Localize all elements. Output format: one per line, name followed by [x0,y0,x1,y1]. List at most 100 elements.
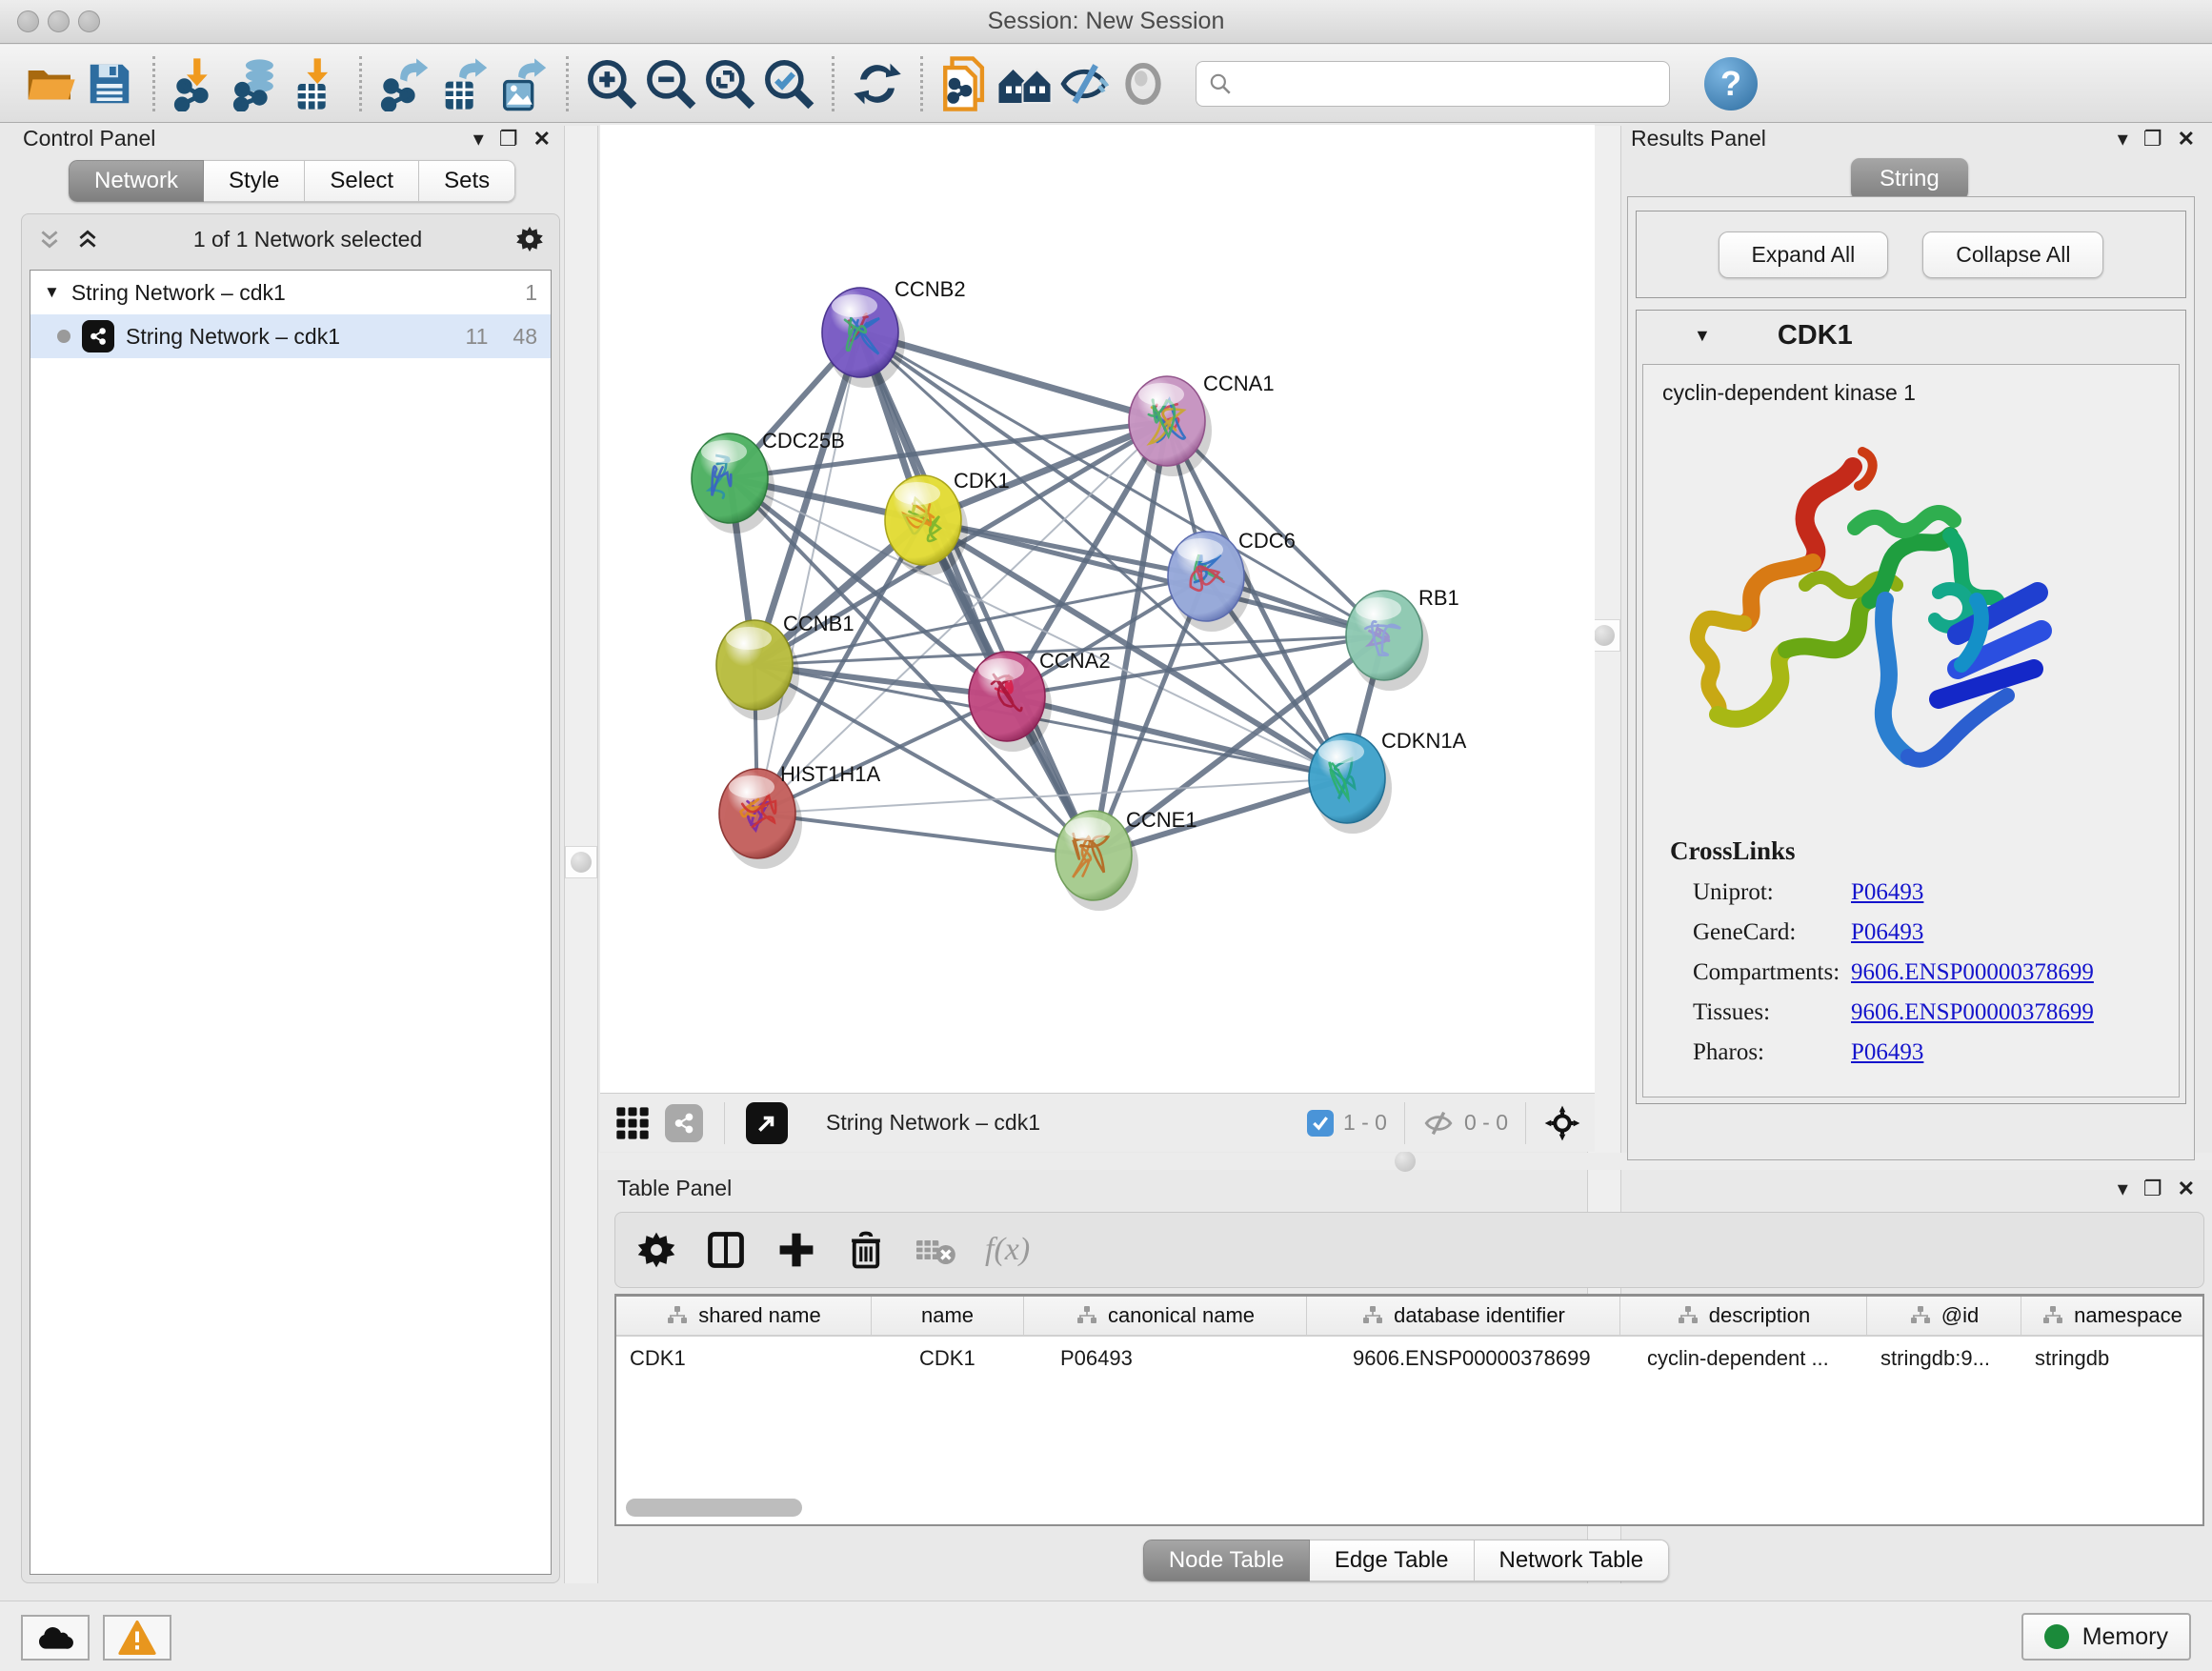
import-network-file-button[interactable] [169,54,228,113]
expand-collapse-box: Expand All Collapse All [1636,211,2186,298]
tab-select[interactable]: Select [305,160,419,202]
left-splitter-handle[interactable] [565,846,597,878]
hide-panel-button[interactable] [1055,54,1114,113]
column-header-description[interactable]: description [1620,1297,1867,1335]
crosslink-link[interactable]: P06493 [1851,879,1923,906]
show-panel-button[interactable] [1114,54,1173,113]
network-view-badge-icon[interactable] [665,1104,703,1142]
panel-menu-icon[interactable]: ▾ [2118,127,2128,151]
expand-all-icon[interactable] [75,227,100,252]
tab-node-table[interactable]: Node Table [1143,1540,1310,1581]
node-table[interactable]: shared name name canonical name database… [614,1294,2204,1526]
import-network-from-database-button[interactable] [228,54,287,113]
home-networks-button[interactable] [995,54,1055,113]
left-splitter[interactable] [564,126,598,1583]
export-image-button[interactable] [493,54,553,113]
delete-column-icon[interactable] [846,1230,886,1270]
crosslink-link[interactable]: 9606.ENSP00000378699 [1851,959,2094,986]
column-header-name[interactable]: name [872,1297,1024,1335]
svg-text:CDKN1A: CDKN1A [1381,729,1467,753]
zoom-selected-button[interactable] [759,54,818,113]
string-network-graph[interactable]: CCNB2CCNA1CDC25BCDK1CDC6RB1CCNB1CCNA2CDK… [600,125,1595,1093]
tab-sets[interactable]: Sets [419,160,515,202]
cell-id[interactable]: stringdb:9... [1867,1337,2021,1380]
tree-expanded-icon[interactable]: ▼ [44,283,60,302]
column-selector-icon[interactable] [705,1229,747,1271]
cell-description[interactable]: cyclin-dependent ... [1620,1337,1867,1380]
minimize-window-button[interactable] [48,10,70,32]
panel-float-icon[interactable]: ❐ [2143,1177,2162,1201]
horizontal-scrollbar-thumb[interactable] [626,1499,802,1517]
column-header-namespace[interactable]: namespace [2021,1297,2202,1335]
panel-close-icon[interactable]: ✕ [533,127,551,151]
panel-menu-icon[interactable]: ▾ [2118,1177,2128,1201]
expand-all-button[interactable]: Expand All [1719,232,1889,278]
control-panel-tabs: Network Style Select Sets [69,160,515,202]
crosslink-link[interactable]: P06493 [1851,919,1923,946]
export-network-button[interactable] [375,54,434,113]
save-session-button[interactable] [80,54,139,113]
memory-button[interactable]: Memory [2021,1613,2191,1661]
tab-edge-table[interactable]: Edge Table [1310,1540,1475,1581]
zoom-fit-button[interactable] [700,54,759,113]
open-session-button[interactable] [21,54,80,113]
import-table-file-button[interactable] [287,54,346,113]
crosslink-row: Uniprot: P06493 [1670,879,2179,906]
crosslinks-section: CrossLinks Uniprot: P06493 GeneCard: P06… [1643,836,2179,1066]
network-collection-row[interactable]: ▼ String Network – cdk1 1 [30,271,551,314]
search-input[interactable] [1240,71,1658,96]
refresh-view-button[interactable] [848,54,907,113]
search-box[interactable] [1196,61,1670,107]
selected-checkbox-icon[interactable] [1307,1110,1334,1137]
panel-close-icon[interactable]: ✕ [2178,127,2195,151]
open-in-new-view-button[interactable] [746,1102,788,1144]
gear-icon[interactable] [515,225,544,253]
toolbar-separator [920,56,923,111]
clone-network-button[interactable] [936,54,995,113]
export-table-button[interactable] [434,54,493,113]
svg-text:HIST1H1A: HIST1H1A [780,762,880,786]
panel-menu-icon[interactable]: ▾ [473,127,484,151]
cell-canonical-name[interactable]: P06493 [1024,1337,1307,1380]
crosslink-label: GeneCard: [1670,919,1851,946]
crosslink-link[interactable]: 9606.ENSP00000378699 [1851,999,2094,1026]
network-row-selected[interactable]: String Network – cdk1 11 48 [30,314,551,358]
close-window-button[interactable] [17,10,39,32]
cell-database-identifier[interactable]: 9606.ENSP00000378699 [1307,1337,1620,1380]
import-table-icon [289,56,344,111]
tab-network[interactable]: Network [69,160,204,202]
table-row[interactable]: CDK1 CDK1 P06493 9606.ENSP00000378699 cy… [616,1337,2202,1380]
cloud-sync-button[interactable] [21,1615,90,1661]
collapse-all-icon[interactable] [37,227,62,252]
svg-text:CCNA2: CCNA2 [1039,649,1111,673]
column-header-shared-name[interactable]: shared name [616,1297,872,1335]
cell-namespace[interactable]: stringdb [2021,1337,2202,1380]
help-button[interactable]: ? [1704,57,1758,111]
column-header-canonical-name[interactable]: canonical name [1024,1297,1307,1335]
open-folder-icon [24,57,77,111]
column-header-database-identifier[interactable]: database identifier [1307,1297,1620,1335]
collapse-all-button[interactable]: Collapse All [1922,232,2103,278]
panel-close-icon[interactable]: ✕ [2178,1177,2195,1201]
cell-name[interactable]: CDK1 [872,1337,1024,1380]
network-canvas[interactable]: CCNB2CCNA1CDC25BCDK1CDC6RB1CCNB1CCNA2CDK… [600,125,1595,1093]
tab-style[interactable]: Style [204,160,305,202]
column-header-id[interactable]: @id [1867,1297,2021,1335]
panel-float-icon[interactable]: ❐ [2143,127,2162,151]
cell-shared-name[interactable]: CDK1 [616,1337,872,1380]
panel-float-icon[interactable]: ❐ [499,127,518,151]
delete-table-icon [915,1231,956,1269]
birds-eye-view-icon[interactable] [1543,1104,1581,1142]
zoom-in-button[interactable] [582,54,641,113]
export-network-icon [377,56,432,111]
zoom-window-button[interactable] [78,10,100,32]
tab-string[interactable]: String [1851,158,1968,200]
table-gear-icon[interactable] [636,1230,676,1270]
warnings-button[interactable] [103,1615,171,1661]
crosslink-link[interactable]: P06493 [1851,1039,1923,1066]
zoom-out-button[interactable] [641,54,700,113]
entry-expanded-icon[interactable]: ▼ [1694,326,1711,346]
add-column-icon[interactable] [775,1229,817,1271]
tab-network-table[interactable]: Network Table [1475,1540,1670,1581]
grid-view-icon[interactable] [613,1104,652,1142]
